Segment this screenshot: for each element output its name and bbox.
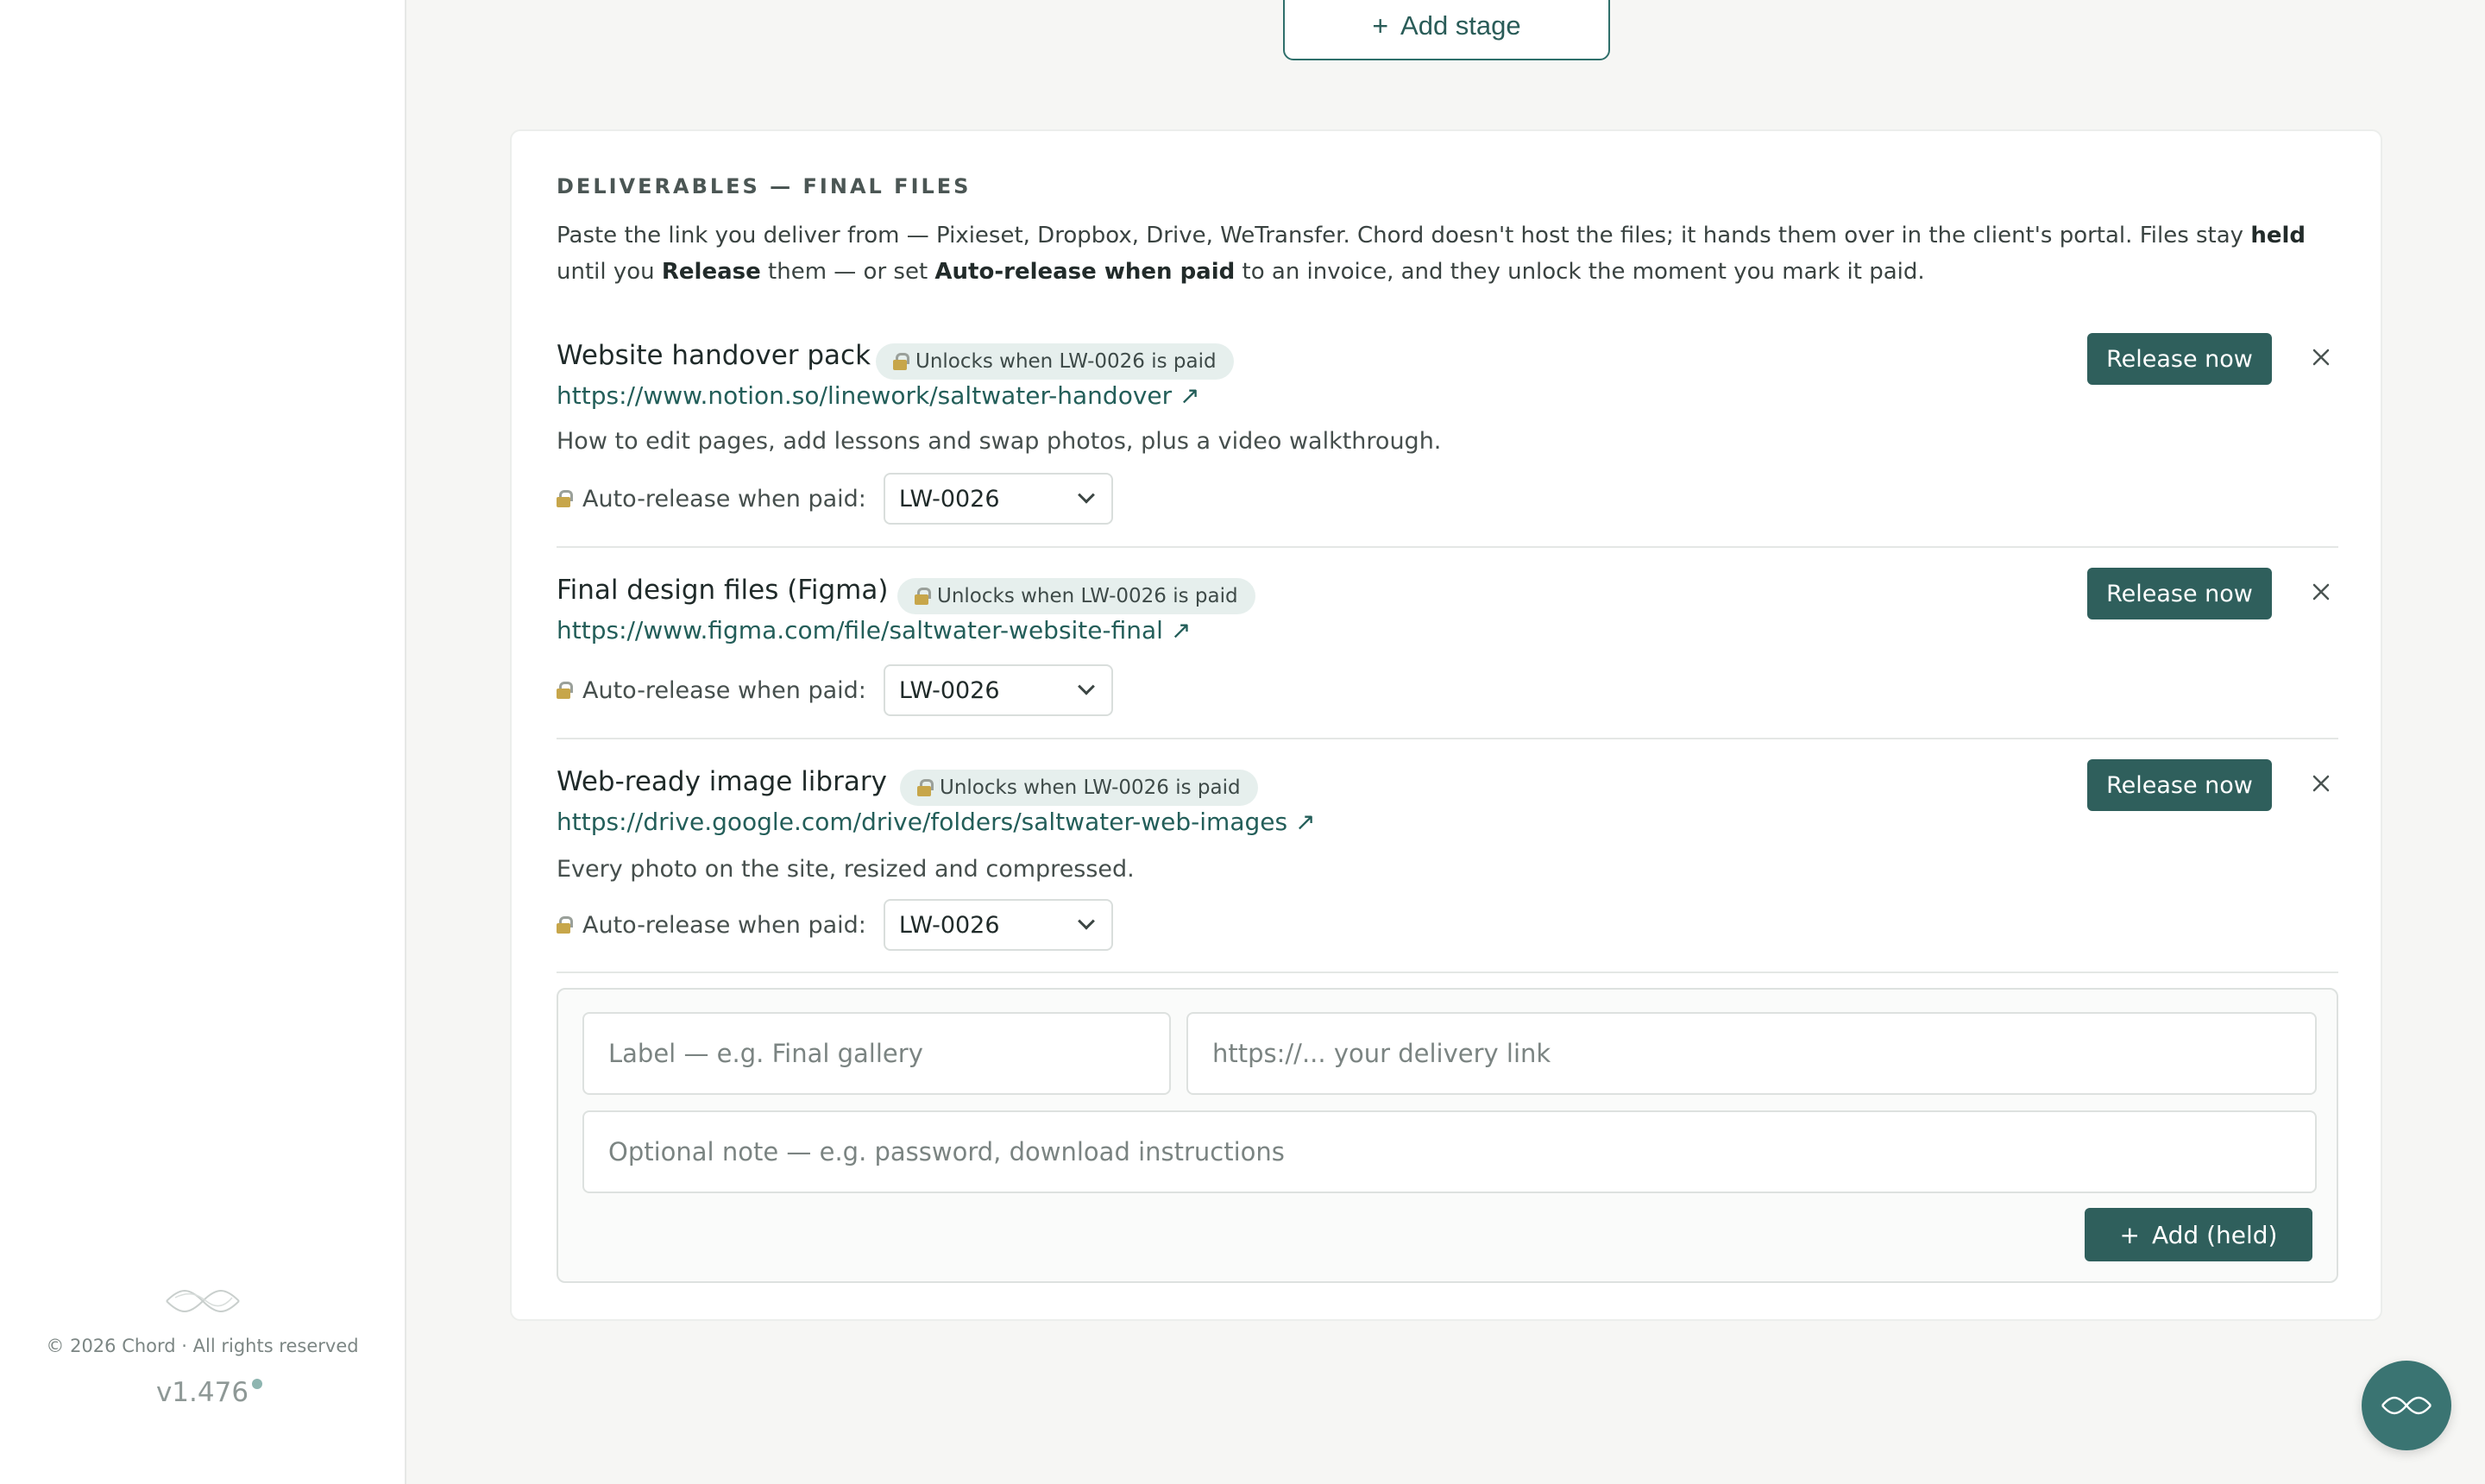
sidebar: © 2026 Chord · All rights reserved v1.47… [0,0,406,1484]
deliverable-title: Website handover pack [557,340,871,371]
desc-text: to an invoice, and they unlock the momen… [1235,259,1925,285]
lock-icon [915,588,931,605]
release-now-button[interactable]: Release now [2087,568,2272,619]
deliverable-item: Final design files (Figma) Unlocks when … [557,568,2338,790]
status-dot-icon [252,1379,263,1389]
copyright-text: © 2026 Chord · All rights reserved [46,1336,359,1356]
invoice-select[interactable]: LW-0026 [883,473,1113,525]
lock-icon [893,353,909,370]
lock-icon [557,490,573,507]
add-held-label: Add (held) [2151,1220,2278,1249]
remove-deliverable-button[interactable] [2304,575,2338,609]
chord-logo-icon [165,1290,240,1312]
invoice-select[interactable]: LW-0026 [883,664,1113,716]
chord-logo-icon [2381,1396,2432,1415]
badge-text: Unlocks when LW-0026 is paid [915,350,1217,373]
lock-status-badge: Unlocks when LW-0026 is paid [876,343,1234,380]
deliverable-item: Web-ready image library Unlocks when LW-… [557,759,2338,990]
section-title: DELIVERABLES — FINAL FILES [557,174,972,198]
auto-release-row: Auto-release when paid: LW-0026 [557,473,1113,525]
auto-release-row: Auto-release when paid: LW-0026 [557,664,1113,716]
delivery-link[interactable]: https://www.notion.so/linework/saltwater… [557,381,1200,410]
sidebar-footer: © 2026 Chord · All rights reserved v1.47… [0,1286,405,1408]
item-divider [557,738,2338,739]
desc-text: until you [557,259,662,285]
item-divider [557,546,2338,548]
release-now-button[interactable]: Release now [2087,333,2272,385]
plus-icon: + [2119,1220,2140,1249]
deliverable-title: Final design files (Figma) [557,575,889,606]
deliverable-title: Web-ready image library [557,766,887,797]
close-icon [2312,583,2330,601]
invoice-select-value: LW-0026 [898,485,1000,512]
close-icon [2312,775,2330,792]
lock-status-badge: Unlocks when LW-0026 is paid [897,578,1255,614]
invoice-select-value: LW-0026 [898,676,1000,704]
desc-bold-release: Release [661,259,761,285]
delivery-link[interactable]: https://drive.google.com/drive/folders/s… [557,808,1315,836]
chevron-down-icon [1078,677,1095,695]
release-now-button[interactable]: Release now [2087,759,2272,811]
remove-deliverable-button[interactable] [2304,766,2338,801]
invoice-select[interactable]: LW-0026 [883,899,1113,951]
badge-text: Unlocks when LW-0026 is paid [940,777,1241,799]
desc-text: them — or set [760,259,935,285]
desc-bold-auto-release: Auto-release when paid [934,259,1236,285]
label-input[interactable] [582,1012,1171,1095]
auto-release-label: Auto-release when paid: [582,911,866,939]
add-stage-label: Add stage [1400,10,1521,41]
chevron-down-icon [1078,486,1095,504]
add-deliverable-form: + Add (held) [557,988,2338,1283]
lock-status-badge: Unlocks when LW-0026 is paid [900,770,1258,806]
assistant-fab-button[interactable] [2362,1361,2451,1450]
add-stage-button[interactable]: + Add stage [1283,0,1610,60]
deliverable-note: Every photo on the site, resized and com… [557,856,1135,883]
lock-icon [557,916,573,934]
deliverables-card: DELIVERABLES — FINAL FILES Paste the lin… [510,129,2382,1321]
auto-release-label: Auto-release when paid: [582,485,866,512]
auto-release-row: Auto-release when paid: LW-0026 [557,899,1113,951]
invoice-select-value: LW-0026 [898,911,1000,939]
version-label: v1.476 [155,1377,249,1408]
lock-icon [557,682,573,699]
lock-icon [917,779,934,796]
optional-note-input[interactable] [582,1110,2317,1193]
desc-bold-held: held [2250,223,2306,248]
plus-icon: + [1372,9,1389,41]
version-info: v1.476 [155,1377,263,1408]
delivery-link-input[interactable] [1186,1012,2317,1095]
desc-text: Paste the link you deliver from — Pixies… [557,223,2251,248]
auto-release-label: Auto-release when paid: [582,676,866,704]
chevron-down-icon [1078,912,1095,930]
delivery-link[interactable]: https://www.figma.com/file/saltwater-web… [557,616,1191,645]
section-description: Paste the link you deliver from — Pixies… [557,217,2351,290]
add-held-button[interactable]: + Add (held) [2085,1208,2312,1261]
remove-deliverable-button[interactable] [2304,340,2338,374]
item-divider [557,972,2338,973]
close-icon [2312,349,2330,366]
deliverable-note: How to edit pages, add lessons and swap … [557,428,1442,455]
badge-text: Unlocks when LW-0026 is paid [937,585,1238,607]
